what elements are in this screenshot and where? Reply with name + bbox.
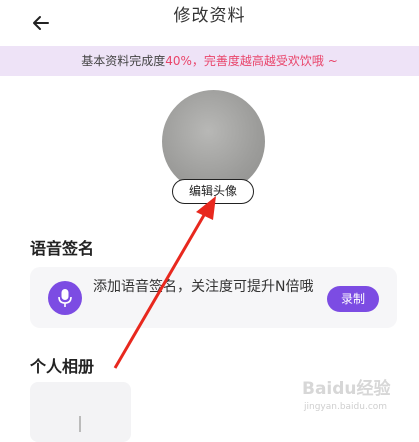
annotation-arrow [113,196,216,369]
watermark-logo: Baidu经验 [302,379,391,399]
watermark-url: jingyan.baidu.com [304,402,388,412]
baidu-watermark: Baidu经验 jingyan.baidu.com [302,370,412,422]
